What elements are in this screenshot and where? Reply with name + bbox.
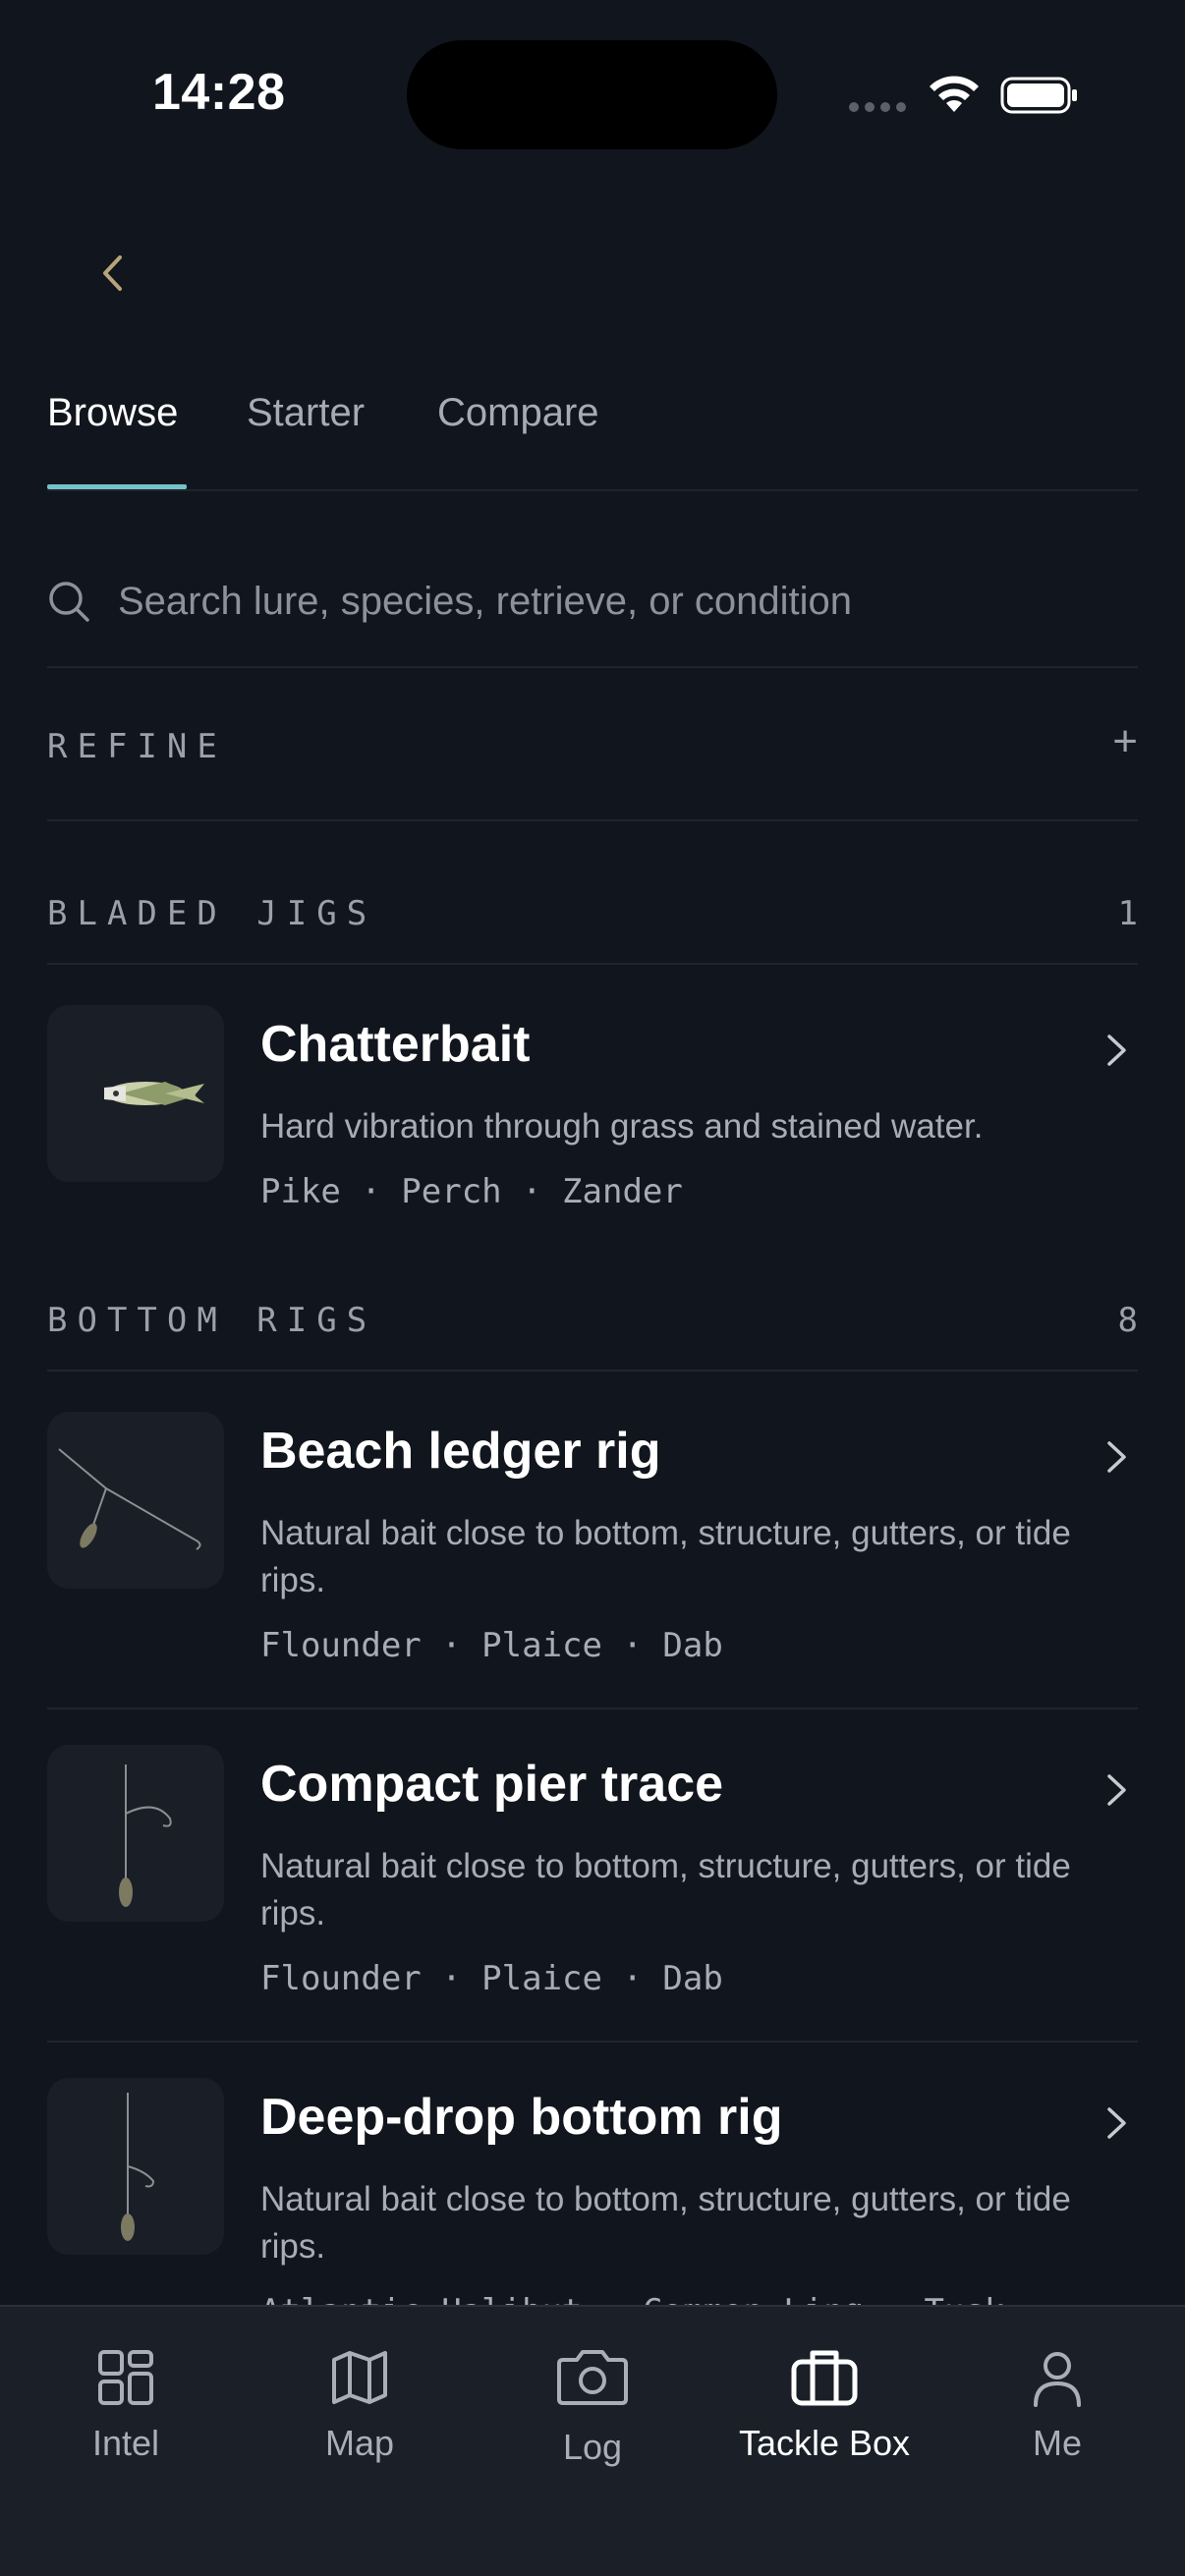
camera-icon	[557, 2350, 628, 2405]
section-header-bottom-rigs: BOTTOM RIGS 8	[47, 1301, 1138, 1372]
deep-drop-bottom-rig-image	[47, 2078, 224, 2255]
chevron-right-icon	[1107, 1035, 1126, 1066]
nav-log[interactable]: Log	[494, 2346, 691, 2468]
beach-ledger-rig-image	[47, 1412, 224, 1589]
tab-starter[interactable]: Starter	[247, 383, 365, 489]
battery-icon	[1000, 77, 1077, 114]
item-title: Compact pier trace	[260, 1756, 724, 1813]
search-bar	[47, 560, 1138, 668]
chatterbait-image	[47, 1005, 224, 1182]
item-description: Hard vibration through grass and stained…	[260, 1107, 984, 1146]
search-icon	[49, 582, 89, 622]
nav-map[interactable]: Map	[261, 2346, 458, 2464]
list-item-chatterbait[interactable]: Chatterbait Hard vibration through grass…	[47, 1005, 1138, 1231]
refine-row[interactable]: REFINE +	[47, 717, 1138, 821]
nav-label: Map	[324, 2423, 395, 2463]
active-tab-indicator	[47, 484, 187, 489]
section-count: 8	[1117, 1301, 1138, 1340]
tab-browse[interactable]: Browse	[47, 383, 178, 489]
item-title: Deep-drop bottom rig	[260, 2089, 783, 2146]
section-title: BOTTOM RIGS	[47, 1301, 377, 1340]
item-description: Natural bait close to bottom, structure,…	[260, 2180, 1071, 2266]
item-species: Flounder · Plaice · Dab	[260, 1959, 723, 1998]
chevron-right-icon	[1107, 1774, 1126, 1806]
tackle-box-browse-screen: 14:28 Browse Starter Compare REFINE +	[0, 0, 1185, 2576]
section-count: 1	[1117, 894, 1138, 933]
grid-icon	[98, 2350, 153, 2405]
dynamic-island	[407, 40, 777, 149]
nav-label: Log	[562, 2427, 623, 2467]
map-icon	[332, 2351, 387, 2404]
back-button[interactable]	[90, 246, 134, 301]
nav-intel[interactable]: Intel	[28, 2346, 224, 2464]
tab-compare[interactable]: Compare	[437, 383, 599, 489]
item-species: Pike · Perch · Zander	[260, 1172, 683, 1211]
list-item-beach-ledger-rig[interactable]: Beach ledger rig Natural bait close to b…	[47, 1412, 1138, 1709]
refine-label: REFINE	[47, 727, 227, 766]
status-time: 14:28	[152, 64, 286, 121]
item-description: Natural bait close to bottom, structure,…	[260, 1514, 1071, 1599]
cellular-signal-icon	[849, 102, 906, 112]
nav-label: Intel	[91, 2423, 160, 2463]
chevron-right-icon	[1107, 2107, 1126, 2139]
compact-pier-trace-image	[47, 1745, 224, 1922]
person-icon	[1034, 2352, 1081, 2407]
section-header-bladed-jigs: BLADED JIGS 1	[47, 894, 1138, 965]
item-title: Chatterbait	[260, 1016, 531, 1073]
item-description: Natural bait close to bottom, structure,…	[260, 1847, 1071, 1932]
nav-me[interactable]: Me	[959, 2346, 1156, 2464]
section-title: BLADED JIGS	[47, 894, 377, 933]
plus-icon[interactable]: +	[1112, 717, 1138, 766]
wifi-icon	[930, 76, 979, 112]
chevron-right-icon	[1107, 1441, 1126, 1473]
search-input[interactable]	[118, 572, 1130, 631]
item-species: Flounder · Plaice · Dab	[260, 1626, 723, 1665]
bottom-tab-bar: Intel Map Log Tackle Box Me	[0, 2305, 1185, 2576]
nav-label: Tackle Box	[738, 2423, 911, 2463]
tab-bar: Browse Starter Compare	[47, 383, 1138, 491]
list-item-compact-pier-trace[interactable]: Compact pier trace Natural bait close to…	[47, 1745, 1138, 2043]
item-title: Beach ledger rig	[260, 1423, 661, 1480]
chevron-left-icon	[103, 255, 122, 291]
nav-tackle-box[interactable]: Tackle Box	[726, 2346, 923, 2464]
nav-label: Me	[1032, 2423, 1082, 2463]
tackle-box-icon	[791, 2350, 858, 2406]
